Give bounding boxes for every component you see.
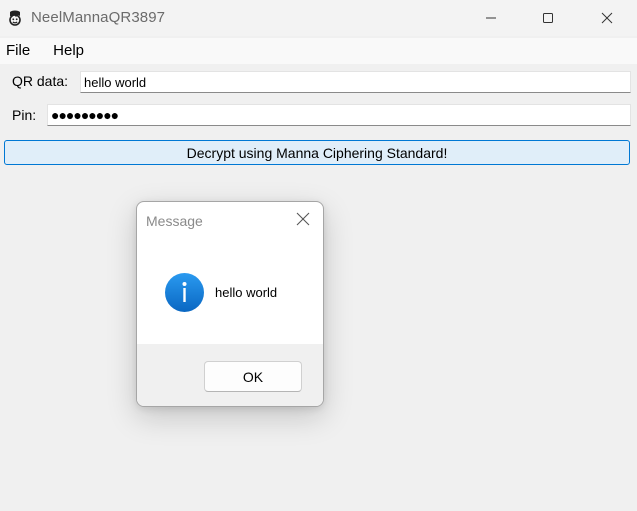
message-dialog: Message hello world OK <box>136 201 324 407</box>
ok-button[interactable]: OK <box>204 361 302 392</box>
menu-file[interactable]: File <box>0 38 37 64</box>
dialog-close-icon[interactable] <box>295 211 311 227</box>
qr-data-input[interactable]: hello world <box>80 71 631 93</box>
window-title: NeelMannaQR3897 <box>31 9 166 26</box>
menu-bar: File Help <box>0 38 637 64</box>
close-icon <box>601 12 613 24</box>
close-button[interactable] <box>578 0 636 36</box>
info-icon <box>165 273 204 312</box>
minimize-button[interactable] <box>462 0 520 36</box>
pin-label: Pin: <box>12 107 37 123</box>
menu-help[interactable]: Help <box>47 38 91 64</box>
qr-data-label: QR data: <box>12 73 69 89</box>
title-bar: NeelMannaQR3897 <box>0 0 637 36</box>
dialog-title: Message <box>146 213 203 229</box>
maximize-button[interactable] <box>519 0 577 36</box>
maximize-icon <box>543 13 553 23</box>
dialog-message: hello world <box>215 285 278 300</box>
app-window: NeelMannaQR3897 File Help QR data: hello… <box>0 0 637 511</box>
app-icon <box>9 10 21 26</box>
decrypt-button[interactable]: Decrypt using Manna Ciphering Standard! <box>4 140 630 165</box>
pin-input[interactable]: ●●●●●●●●● <box>47 104 631 126</box>
minimize-icon <box>486 17 496 19</box>
